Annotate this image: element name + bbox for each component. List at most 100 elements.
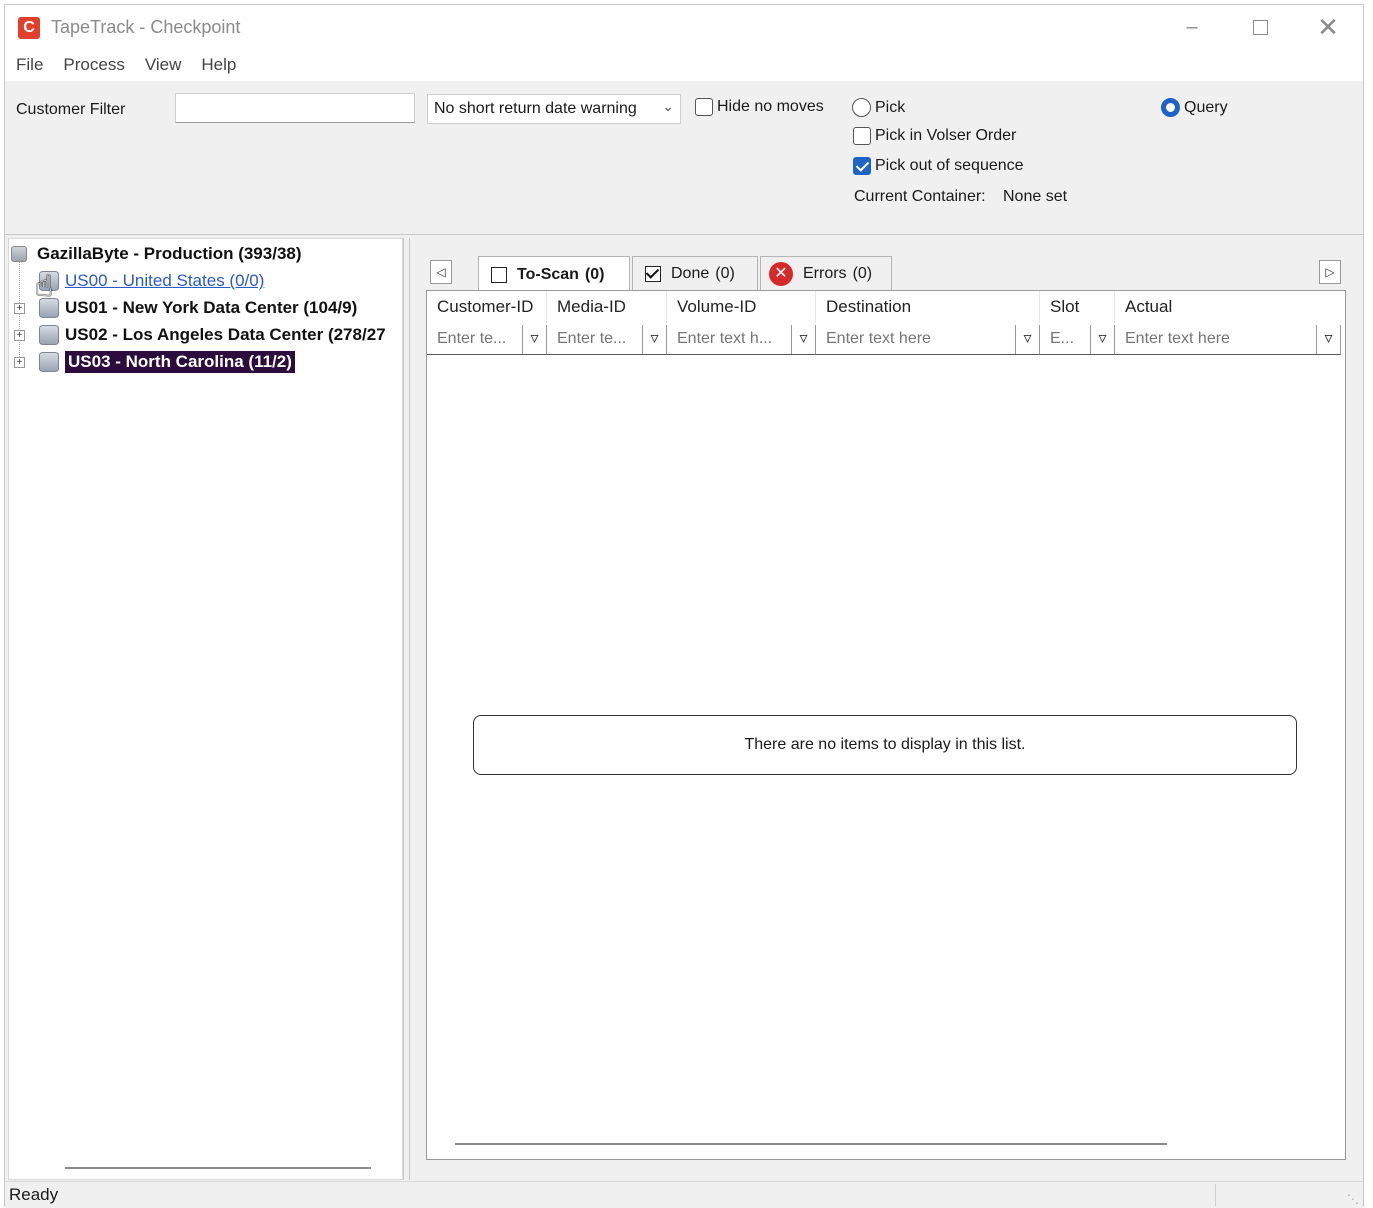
database-icon	[39, 352, 59, 372]
tree-item-us01[interactable]: US01 - New York Data Center (104/9)	[39, 295, 357, 321]
minimize-button[interactable]: –	[1169, 11, 1215, 43]
maximize-icon	[1252, 20, 1268, 36]
status-text: Ready	[9, 1185, 59, 1204]
filter-funnel-icon[interactable]: ▿	[1090, 325, 1114, 354]
chevron-down-icon: ⌄	[662, 98, 674, 114]
tree-item-label: US03 - North Carolina (11/2)	[65, 351, 295, 373]
scan-grid: Customer-ID Media-ID Volume-ID Destinati…	[426, 290, 1346, 1160]
filter-input-media-id[interactable]	[547, 325, 641, 353]
filter-cell-customer-id: ▿	[427, 325, 547, 355]
menu-bar: File Process View Help	[5, 49, 1363, 81]
tree-item-us02[interactable]: US02 - Los Angeles Data Center (278/27	[39, 322, 386, 348]
filter-cell-actual: ▿	[1115, 325, 1341, 355]
tree-item-us03[interactable]: US03 - North Carolina (11/2)	[39, 349, 295, 375]
results-pane: ◁ ▷ To-Scan (0) Done (0) ✕ Errors (0) Cu…	[409, 238, 1361, 1180]
close-button[interactable]: ✕	[1305, 11, 1351, 43]
query-label: Query	[1184, 98, 1228, 116]
menu-help[interactable]: Help	[201, 55, 236, 75]
tab-count: (0)	[715, 264, 735, 282]
filter-funnel-icon[interactable]: ▿	[522, 325, 546, 354]
filter-input-volume-id[interactable]	[667, 325, 790, 353]
tab-errors[interactable]: ✕ Errors (0)	[760, 256, 892, 290]
resize-grip-icon[interactable]: ⋱	[1347, 1192, 1359, 1206]
menu-process[interactable]: Process	[63, 55, 124, 75]
window-title: TapeTrack - Checkpoint	[51, 17, 241, 37]
radio-circle-selected	[1161, 98, 1180, 117]
checkbox-box	[853, 127, 871, 145]
checkbox-checked-icon	[645, 265, 661, 282]
pick-volser-order-checkbox[interactable]: Pick in Volser Order	[853, 127, 1016, 145]
menu-view[interactable]: View	[145, 55, 182, 75]
checkbox-box	[695, 98, 713, 116]
grid-horizontal-scrollbar[interactable]	[455, 1143, 1167, 1145]
filter-toolbar: Customer Filter No short return date war…	[5, 81, 1363, 235]
database-icon	[39, 325, 59, 345]
hide-no-moves-label: Hide no moves	[717, 98, 824, 115]
database-icon	[39, 298, 59, 318]
tab-label: Errors	[803, 264, 847, 282]
filter-cell-destination: ▿	[816, 325, 1040, 355]
tab-count: (0)	[852, 264, 873, 282]
column-header-media-id[interactable]: Media-ID	[547, 291, 667, 323]
filter-funnel-icon[interactable]: ▿	[791, 325, 815, 354]
expand-icon[interactable]: +	[14, 330, 25, 341]
checkbox-empty-icon	[491, 266, 507, 283]
pick-label: Pick	[875, 98, 906, 116]
radio-circle	[852, 98, 871, 117]
server-icon	[11, 246, 27, 262]
tab-label: Done	[671, 264, 710, 282]
tree-horizontal-scrollbar[interactable]	[65, 1167, 371, 1169]
checkbox-checked-box	[853, 157, 871, 175]
filter-cell-media-id: ▿	[547, 325, 667, 355]
tree-root-label: GazillaByte - Production (393/38)	[37, 244, 302, 263]
warning-select-value: No short return date warning	[434, 100, 637, 117]
tree-item-label: US02 - Los Angeles Data Center (278/27	[65, 325, 386, 344]
maximize-button[interactable]	[1237, 11, 1283, 43]
filter-funnel-icon[interactable]: ▿	[642, 325, 666, 354]
current-container-label: Current Container:	[854, 188, 986, 205]
tab-to-scan[interactable]: To-Scan (0)	[478, 256, 630, 292]
title-bar: C TapeTrack - Checkpoint – ✕	[5, 5, 1363, 49]
customer-tree[interactable]: GazillaByte - Production (393/38) US00 -…	[8, 238, 403, 1180]
error-icon: ✕	[769, 261, 793, 286]
column-header-volume-id[interactable]: Volume-ID	[667, 291, 816, 323]
tab-done[interactable]: Done (0)	[632, 256, 758, 290]
pick-out-of-sequence-checkbox[interactable]: Pick out of sequence	[853, 157, 1024, 175]
tab-count: (0)	[584, 265, 605, 283]
status-bar: Ready ⋱	[5, 1181, 1363, 1208]
query-radio[interactable]: Query	[1161, 98, 1228, 117]
status-separator	[1215, 1184, 1216, 1206]
pick-out-of-sequence-label: Pick out of sequence	[875, 157, 1024, 174]
tree-root[interactable]: GazillaByte - Production (393/38)	[11, 241, 302, 267]
hide-no-moves-checkbox[interactable]: Hide no moves	[695, 98, 824, 116]
column-header-destination[interactable]: Destination	[816, 291, 1040, 323]
filter-input-customer-id[interactable]	[427, 325, 521, 353]
pick-radio[interactable]: Pick	[852, 98, 905, 117]
tapetrack-app-icon: C	[18, 17, 40, 39]
app-window: C TapeTrack - Checkpoint – ✕ File Proces…	[4, 4, 1364, 1208]
filter-input-actual[interactable]	[1115, 325, 1315, 353]
expand-icon[interactable]: +	[14, 357, 25, 368]
filter-cell-slot: ▿	[1040, 325, 1115, 355]
customer-filter-input[interactable]	[175, 93, 415, 123]
pick-volser-order-label: Pick in Volser Order	[875, 127, 1017, 144]
filter-input-slot[interactable]	[1040, 325, 1090, 353]
filter-input-destination[interactable]	[816, 325, 1014, 353]
column-header-customer-id[interactable]: Customer-ID	[427, 291, 547, 323]
column-header-actual[interactable]: Actual	[1115, 291, 1345, 323]
expand-icon[interactable]: +	[14, 303, 25, 314]
menu-file[interactable]: File	[16, 55, 43, 75]
customer-filter-label: Customer Filter	[16, 101, 126, 118]
tree-item-label: US00 - United States (0/0)	[65, 271, 265, 290]
tree-item-us00[interactable]: US00 - United States (0/0)	[39, 268, 264, 294]
filter-funnel-icon[interactable]: ▿	[1015, 325, 1039, 354]
column-header-slot[interactable]: Slot	[1040, 291, 1115, 323]
current-container-value: None set	[1003, 188, 1068, 205]
tab-scroll-left-icon[interactable]: ◁	[430, 260, 452, 284]
tab-label: To-Scan	[517, 265, 579, 283]
warning-select[interactable]: No short return date warning ⌄	[427, 94, 681, 124]
tab-scroll-right-icon[interactable]: ▷	[1319, 260, 1341, 284]
filter-funnel-icon[interactable]: ▿	[1316, 325, 1340, 354]
filter-cell-volume-id: ▿	[667, 325, 816, 355]
tree-item-label: US01 - New York Data Center (104/9)	[65, 298, 358, 317]
